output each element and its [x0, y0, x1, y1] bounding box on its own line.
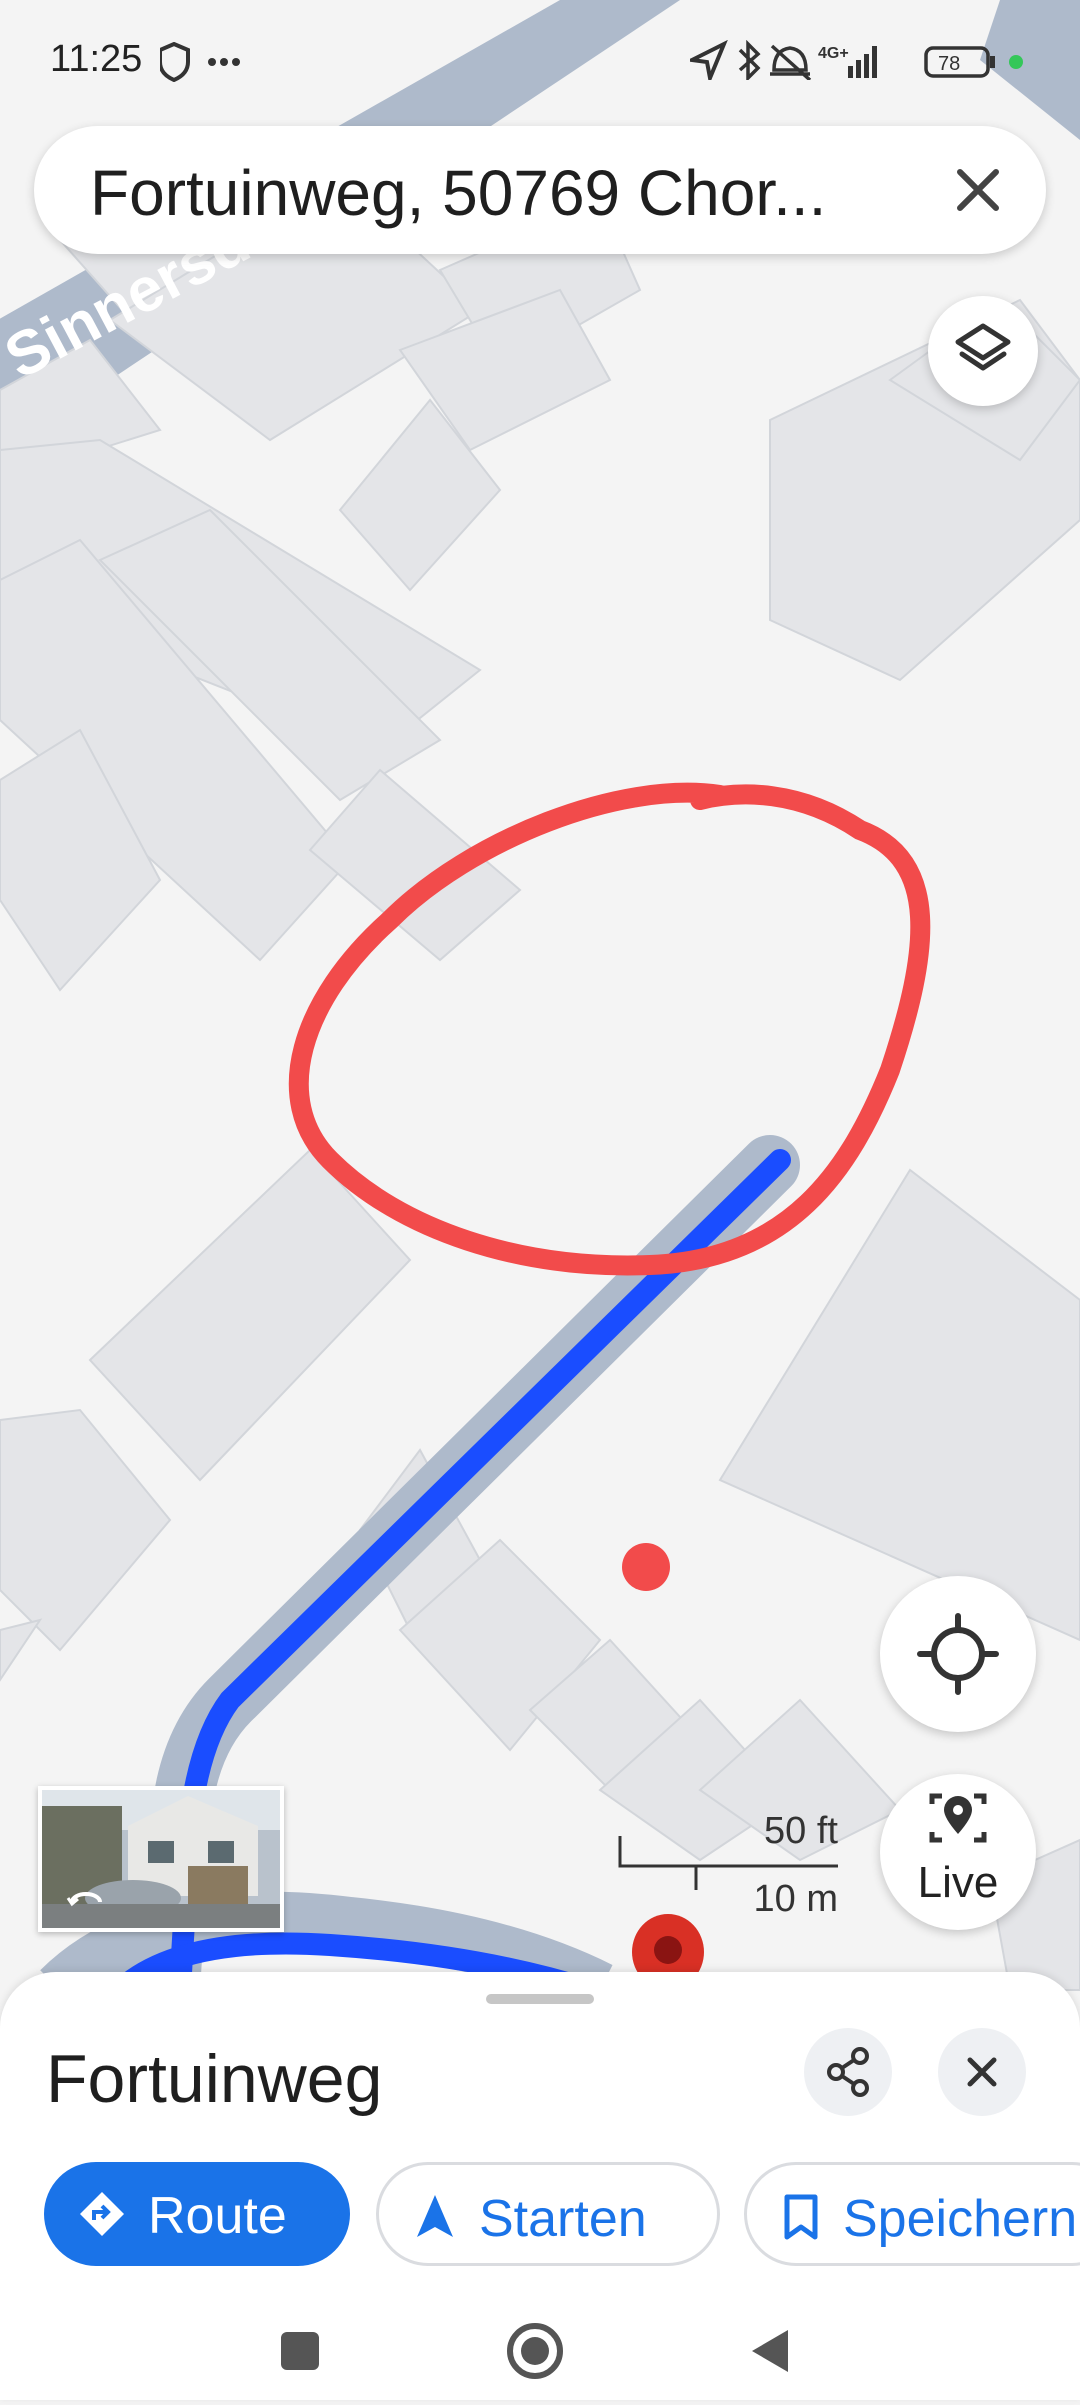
bluetooth-icon — [738, 40, 761, 80]
crosshair-icon — [917, 1613, 999, 1695]
street-view-thumbnail[interactable] — [38, 1786, 284, 1932]
location-arrow-icon — [690, 40, 728, 80]
live-label: Live — [917, 1858, 999, 1907]
directions-icon — [80, 2192, 124, 2236]
route-button[interactable]: Route — [44, 2162, 350, 2266]
map-scale: 50 ft 10 m — [610, 1810, 850, 1930]
status-bar: 11:25 4G+ 78 — [0, 0, 1080, 120]
home-icon — [507, 2323, 563, 2379]
live-view-button[interactable]: Live — [880, 1774, 1036, 1930]
recents-icon — [281, 2332, 319, 2370]
close-icon — [967, 2057, 997, 2087]
search-bar[interactable]: Fortuinweg, 50769 Chor... — [34, 126, 1046, 254]
share-icon — [827, 2047, 869, 2097]
bookmark-icon — [784, 2194, 818, 2240]
signal-icon — [848, 46, 877, 78]
shield-icon — [160, 42, 240, 82]
search-input[interactable]: Fortuinweg, 50769 Chor... — [90, 156, 910, 230]
live-view-icon — [929, 1793, 987, 1843]
scale-meters: 10 m — [753, 1878, 838, 1920]
street-view-image — [42, 1790, 280, 1928]
start-label: Starten — [479, 2190, 647, 2248]
battery-icon: 78 — [924, 46, 995, 78]
status-time: 11:25 — [50, 38, 143, 80]
svg-text:4G+: 4G+ — [818, 45, 849, 62]
back-icon — [752, 2330, 788, 2372]
save-button[interactable]: Speichern — [744, 2162, 1080, 2266]
layers-icon — [955, 323, 1011, 371]
close-sheet-button[interactable] — [938, 2028, 1026, 2116]
share-button[interactable] — [804, 2028, 892, 2116]
status-icons: 4G+ 78 — [690, 40, 1023, 80]
drag-handle[interactable] — [486, 1994, 594, 2004]
red-marker-dot — [622, 1543, 670, 1591]
my-location-button[interactable] — [880, 1576, 1036, 1732]
route-label: Route — [148, 2187, 287, 2245]
close-icon[interactable] — [938, 150, 1018, 230]
mute-icon — [770, 44, 812, 80]
place-title: Fortuinweg — [46, 2041, 383, 2117]
layers-button[interactable] — [928, 296, 1038, 406]
save-label: Speichern — [843, 2190, 1078, 2248]
start-button[interactable]: Starten — [376, 2162, 720, 2266]
navigation-arrow-icon — [417, 2195, 453, 2237]
system-navigation-bar — [0, 2298, 1080, 2400]
svg-text:78: 78 — [938, 53, 960, 75]
